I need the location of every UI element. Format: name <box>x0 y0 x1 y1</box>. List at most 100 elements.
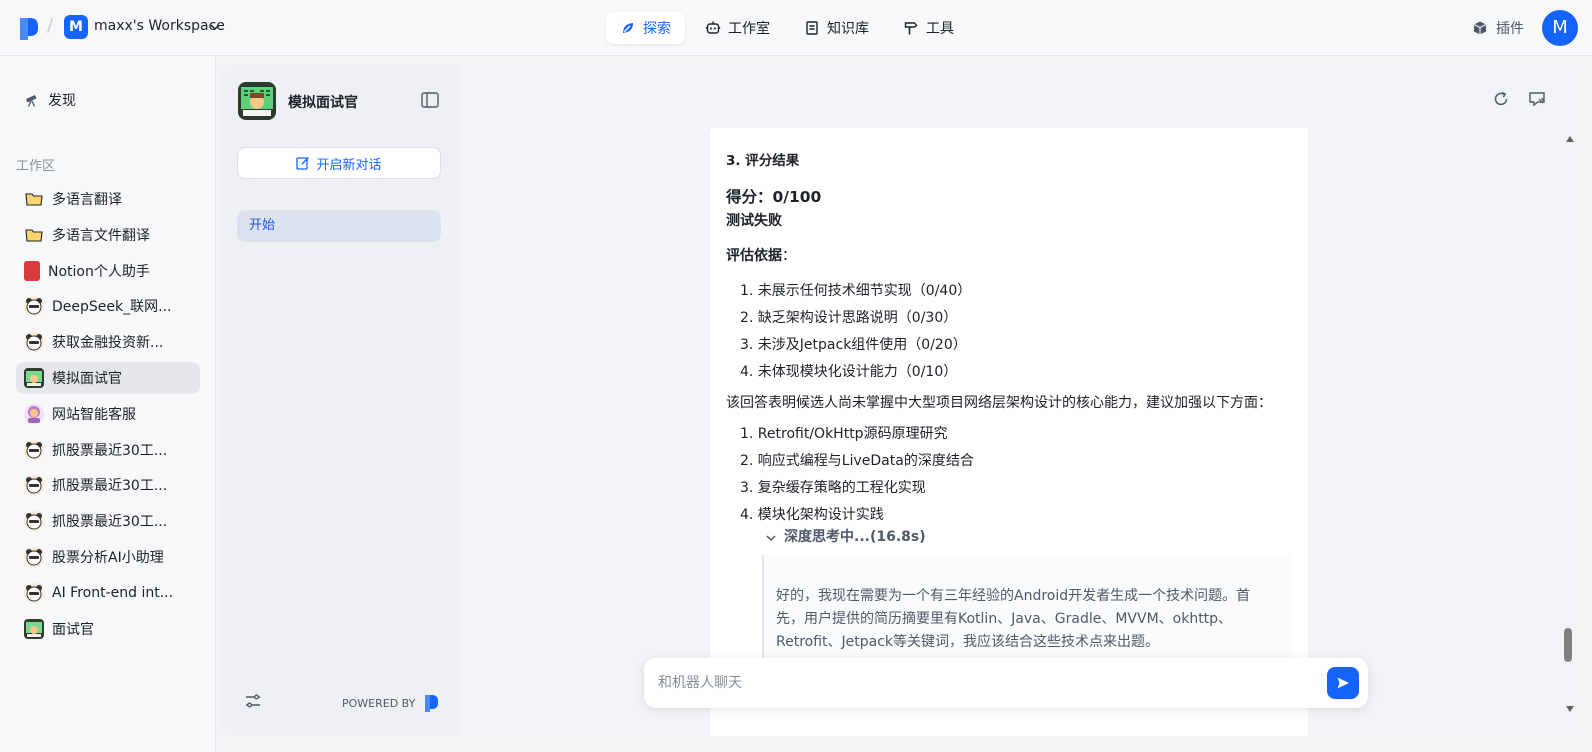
bear-icon <box>24 511 44 532</box>
nav-label: 工作室 <box>728 21 770 37</box>
bear-icon <box>24 546 44 567</box>
sidebar-item-stock-30-b[interactable]: 抓股票最近30工... <box>16 469 200 501</box>
robot-icon <box>705 21 721 34</box>
nav-knowledge[interactable]: 知识库 <box>790 12 883 44</box>
breadcrumb-separator: / <box>47 15 54 36</box>
bot-name: 模拟面试官 <box>288 95 358 111</box>
chat-toolbar <box>1492 90 1546 108</box>
sidebar-section-title: 工作区 <box>16 159 56 174</box>
scroll-down-arrow-icon[interactable] <box>1566 706 1574 712</box>
sidebar-item-label: 抓股票最近30工... <box>52 514 168 531</box>
thinking-toggle[interactable]: 深度思考中...(16.8s) <box>766 527 1292 549</box>
sidebar-item-label: 网站智能客服 <box>52 406 136 423</box>
basis-label: 评估依据 <box>726 247 782 264</box>
cube-icon <box>1473 21 1487 35</box>
scroll-up-arrow-icon[interactable] <box>1566 136 1574 142</box>
list-item: 2. 响应式编程与LiveData的深度结合 <box>740 452 974 469</box>
plugin-label: 插件 <box>1496 21 1524 37</box>
nav-explore[interactable]: 探索 <box>606 12 685 44</box>
main-nav: 探索 工作室 知识库 工具 <box>606 12 968 44</box>
folder-icon <box>24 225 44 245</box>
bot-avatar <box>238 82 276 120</box>
chevron-down-icon <box>766 535 776 541</box>
sidebar-item-label: 模拟面试官 <box>52 370 122 387</box>
nav-label: 工具 <box>926 21 954 37</box>
logo-icon[interactable] <box>18 16 40 40</box>
computer-avatar-icon <box>24 367 44 388</box>
nav-tools[interactable]: 工具 <box>889 12 968 44</box>
sidebar-item-mock-interviewer[interactable]: 模拟面试官 <box>16 361 200 394</box>
score-text: 得分：0/100 <box>726 188 822 207</box>
sidebar-item-interviewer[interactable]: 面试官 <box>16 613 200 645</box>
chat-area: 3. 评分结果 得分：0/100 测试失败 评估依据： 1. 未展示任何技术细节… <box>462 64 1574 736</box>
conversation-item[interactable]: 开始 <box>237 210 441 242</box>
chevron-down-icon[interactable] <box>210 22 220 32</box>
workspace-bot-list: 多语言翻译 多语言文件翻译 Notion个人助手 DeepSeek_联网... … <box>16 183 200 648</box>
sidebar-item-stock-analysis[interactable]: 股票分析AI小助理 <box>16 541 200 573</box>
sidebar-item-deepseek[interactable]: DeepSeek_联网... <box>16 290 200 322</box>
folder-icon <box>24 189 44 209</box>
sidebar-item-finance-news[interactable]: 获取金融投资新... <box>16 326 200 358</box>
workspace-name[interactable]: maxx's Workspace <box>94 18 225 34</box>
sidebar-item-notion-assistant[interactable]: Notion个人助手 <box>16 255 200 287</box>
sidebar-item-label: Notion个人助手 <box>48 263 150 280</box>
sidebar-item-multilang-translate[interactable]: 多语言翻译 <box>16 183 200 215</box>
computer-avatar-icon <box>24 618 44 639</box>
sidebar-item-label: 股票分析AI小助理 <box>52 549 164 566</box>
sidebar-toggle-icon[interactable] <box>421 92 439 108</box>
list-item: 4. 未体现模块化设计能力（0/10） <box>740 363 958 380</box>
new-chat-label: 开启新对话 <box>316 157 382 173</box>
sidebar-item-stock-30-c[interactable]: 抓股票最近30工... <box>16 505 200 537</box>
sidebar-item-ai-frontend[interactable]: AI Front-end int... <box>16 577 200 609</box>
sidebar-item-stock-30-a[interactable]: 抓股票最近30工... <box>16 434 200 466</box>
sidebar-item-web-support[interactable]: 网站智能客服 <box>16 398 200 430</box>
sidebar-item-label: 抓股票最近30工... <box>52 478 168 495</box>
workspace-badge[interactable]: M <box>64 15 88 39</box>
list-item: 4. 模块化架构设计实践 <box>740 506 884 523</box>
user-avatar[interactable]: M <box>1542 10 1578 46</box>
plugin-button[interactable]: 插件 <box>1472 18 1524 38</box>
bot-panel: 模拟面试官 开启新对话 开始 POWERED BY <box>222 64 462 736</box>
send-button[interactable] <box>1327 667 1359 699</box>
book-icon <box>806 21 818 35</box>
sidebar-item-label: 获取金融投资新... <box>52 335 164 352</box>
hammer-icon <box>904 22 918 35</box>
sidebar-item-label: 面试官 <box>52 621 94 638</box>
sidebar-item-label: DeepSeek_联网... <box>52 299 172 316</box>
chat-input[interactable] <box>658 675 1327 691</box>
list-item: 3. 未涉及Jetpack组件使用（0/20） <box>740 336 967 353</box>
list-item: 1. 未展示任何技术细节实现（0/40） <box>740 282 972 299</box>
fail-text: 测试失败 <box>726 212 782 229</box>
new-chat-button[interactable]: 开启新对话 <box>237 147 441 179</box>
send-icon <box>1337 677 1349 689</box>
suggestion-list: 1. Retrofit/OkHttp源码原理研究 2. 响应式编程与LiveDa… <box>726 421 1292 529</box>
bear-icon <box>24 296 44 317</box>
nav-label: 探索 <box>643 21 671 37</box>
basis-list: 1. 未展示任何技术细节实现（0/40） 2. 缺乏架构设计思路说明（0/30）… <box>726 278 1292 386</box>
bear-icon <box>24 332 44 353</box>
scrollbar-thumb[interactable] <box>1564 628 1572 662</box>
sidebar: 发现 工作区 多语言翻译 多语言文件翻译 Notion个人助手 DeepSeek… <box>0 56 216 752</box>
sidebar-item-label: 多语言翻译 <box>52 192 122 208</box>
edit-icon <box>296 157 310 170</box>
brand-logo-icon <box>425 695 439 712</box>
bear-icon <box>24 475 44 496</box>
chat-input-bar <box>644 658 1368 708</box>
sidebar-item-discover[interactable]: 发现 <box>24 90 76 110</box>
refresh-icon[interactable] <box>1492 90 1510 108</box>
sidebar-item-label: AI Front-end int... <box>52 584 174 601</box>
service-girl-icon <box>24 403 44 424</box>
notebook-icon <box>24 260 40 281</box>
telescope-icon <box>26 95 37 107</box>
list-item: 3. 复杂缓存策略的工程化实现 <box>740 479 926 496</box>
sidebar-item-label: 多语言文件翻译 <box>52 227 150 244</box>
section-heading: 3. 评分结果 <box>726 153 800 169</box>
summary-paragraph: 该回答表明候选人尚未掌握中大型项目网络层架构设计的核心能力，建议加强以下方面： <box>726 394 1272 411</box>
basis-heading: 评估依据： <box>726 245 1292 268</box>
nav-studio[interactable]: 工作室 <box>691 12 784 44</box>
bear-icon <box>24 582 44 603</box>
sidebar-item-multilang-file-translate[interactable]: 多语言文件翻译 <box>16 219 200 251</box>
feedback-icon[interactable] <box>1528 90 1546 108</box>
bear-icon <box>24 439 44 460</box>
settings-sliders-icon[interactable] <box>244 692 262 710</box>
